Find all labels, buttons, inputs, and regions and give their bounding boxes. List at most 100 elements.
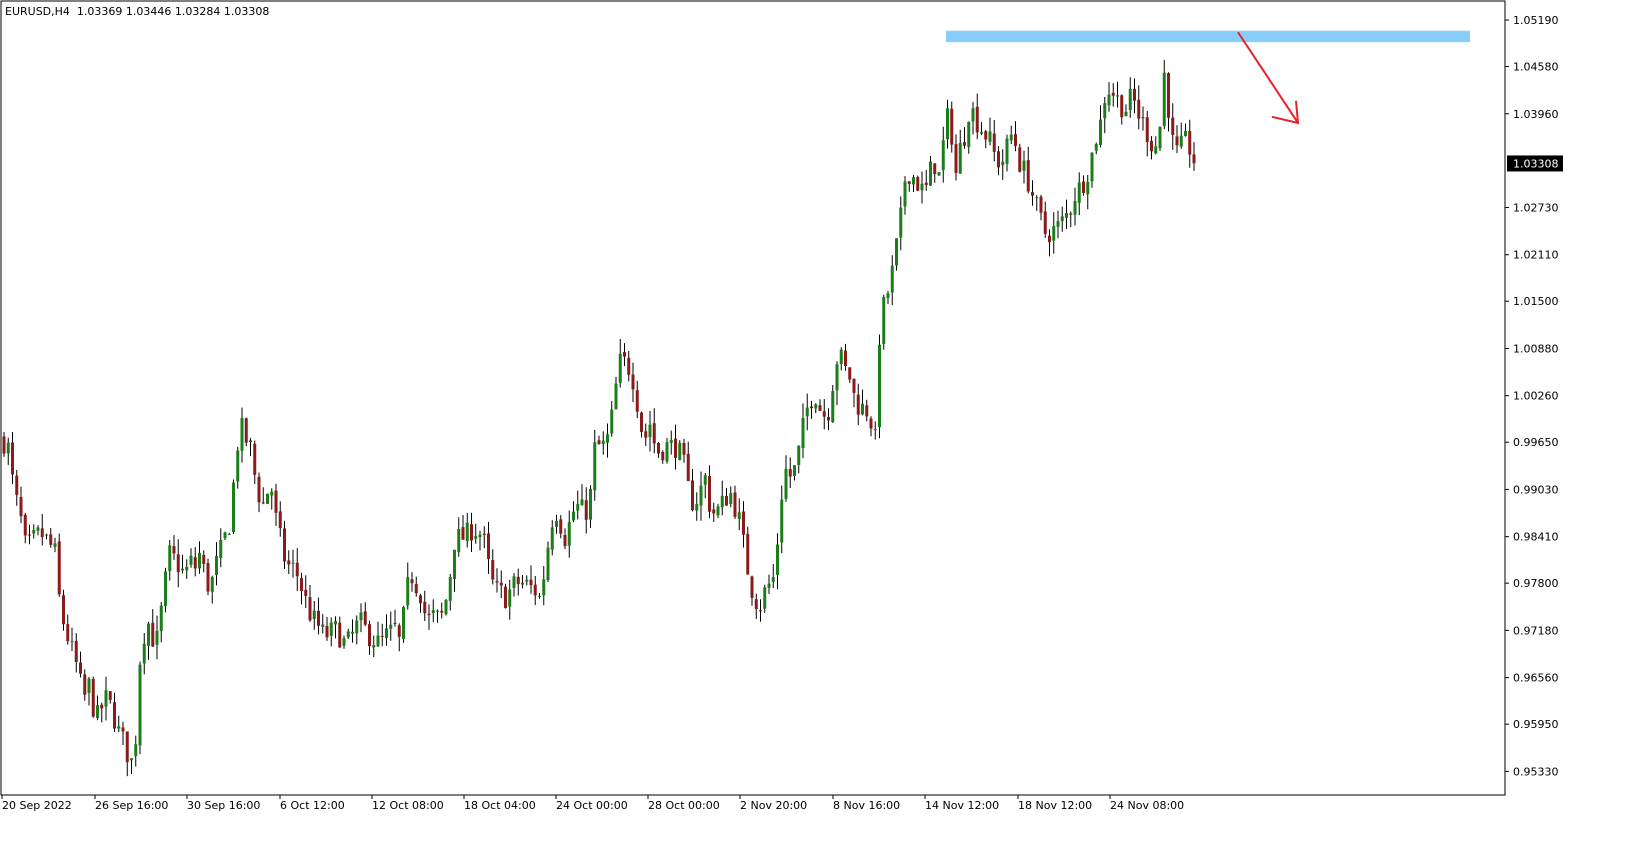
candle-body (266, 493, 269, 504)
candle-body (125, 731, 129, 763)
candle-body (87, 678, 91, 693)
candle-body (848, 367, 852, 380)
candle-body (593, 442, 597, 491)
candle-body (516, 576, 520, 585)
x-tick-label: 26 Sep 16:00 (95, 799, 168, 812)
candle-body (912, 177, 915, 185)
candle-body (448, 576, 452, 601)
candle-body (70, 640, 74, 642)
candle-body (699, 485, 703, 506)
candle-body (138, 664, 142, 746)
x-tick-label: 12 Oct 08:00 (372, 799, 444, 812)
candle-body (1031, 192, 1034, 196)
candle-body (436, 610, 439, 612)
candle-body (878, 344, 881, 428)
candle-body (1137, 99, 1141, 119)
candle-body (1175, 136, 1179, 146)
candle-body (882, 296, 886, 344)
candle-body (899, 207, 903, 238)
candle-body (210, 576, 214, 592)
candle-body (1065, 213, 1068, 218)
candle-body (185, 566, 189, 571)
candle-body (227, 534, 231, 536)
candle-body (682, 442, 686, 455)
candle-body (321, 624, 325, 627)
candle-body (278, 511, 282, 529)
candle-body (474, 536, 478, 539)
candle-body (308, 597, 312, 621)
candle-body (414, 584, 418, 594)
candle-body (767, 583, 771, 588)
candle-body (776, 544, 779, 575)
candle-body (780, 499, 784, 543)
candle-body (495, 581, 499, 583)
candle-body (533, 584, 537, 596)
candle-body (62, 595, 65, 625)
candle-body (1005, 138, 1009, 164)
candle-body (1001, 161, 1005, 166)
candle-body (725, 495, 728, 506)
candle-body (805, 407, 809, 417)
candle-body (1082, 181, 1085, 194)
ohlc-values: 1.03369 1.03446 1.03284 1.03308 (76, 5, 270, 18)
x-tick-label: 20 Sep 2022 (2, 799, 72, 812)
candle-body (1094, 143, 1098, 151)
candle-body (151, 622, 155, 647)
candle-body (491, 560, 495, 580)
candle-body (1111, 92, 1115, 96)
y-tick-label: 1.03960 (1513, 108, 1559, 121)
candle-body (1167, 73, 1170, 118)
current-price-label: 1.03308 (1513, 157, 1559, 170)
x-tick-label: 24 Oct 00:00 (556, 799, 628, 812)
candle-body (852, 378, 856, 393)
candle-body (818, 405, 822, 411)
candle-body (1048, 235, 1051, 243)
candle-body (610, 409, 614, 434)
resistance-zone[interactable] (946, 30, 1470, 43)
candle-body (559, 519, 563, 534)
candle-body (924, 182, 928, 185)
candle-body (1158, 126, 1162, 149)
candle-body (172, 546, 176, 554)
candle-body (79, 662, 82, 674)
candle-body (750, 576, 754, 598)
y-tick-label: 0.99650 (1513, 436, 1559, 449)
candle-body (249, 440, 252, 443)
candle-body (295, 562, 299, 577)
candle-body (134, 744, 138, 757)
candle-body (147, 623, 150, 646)
candle-body (1069, 213, 1073, 215)
candle-body (376, 635, 380, 647)
candle-body (253, 443, 257, 475)
candle-body (317, 610, 320, 626)
candle-body (712, 509, 716, 514)
y-tick-label: 0.95330 (1513, 765, 1559, 778)
candle-body (465, 522, 469, 542)
candle-body (261, 502, 265, 504)
candle-body (40, 528, 44, 537)
candle-body (406, 577, 410, 606)
price-chart[interactable]: 1.05190 1.04580 1.03960 1.02730 1.02110 1.015… (0, 0, 1629, 850)
candle-body (300, 578, 303, 591)
candle-body (1179, 135, 1183, 147)
candle-body (1086, 181, 1090, 195)
candle-body (584, 500, 588, 520)
y-tick-label: 0.99030 (1513, 483, 1559, 496)
candle-body (946, 108, 949, 140)
candle-body (402, 607, 405, 639)
candle-body (954, 144, 958, 173)
y-tick-label: 1.01500 (1513, 295, 1559, 308)
candle-body (576, 504, 580, 511)
plot-area[interactable] (0, 0, 1506, 796)
x-tick-label: 28 Oct 00:00 (648, 799, 720, 812)
candle-body (657, 442, 660, 454)
candle-body (869, 418, 873, 429)
y-tick-label: 1.05190 (1513, 14, 1559, 27)
candle-body (121, 727, 125, 732)
candle-body (644, 431, 648, 438)
candle-body (1035, 197, 1039, 199)
candle-body (886, 293, 890, 298)
candle-body (49, 534, 53, 545)
candle-body (206, 563, 210, 592)
candle-body (219, 539, 223, 559)
